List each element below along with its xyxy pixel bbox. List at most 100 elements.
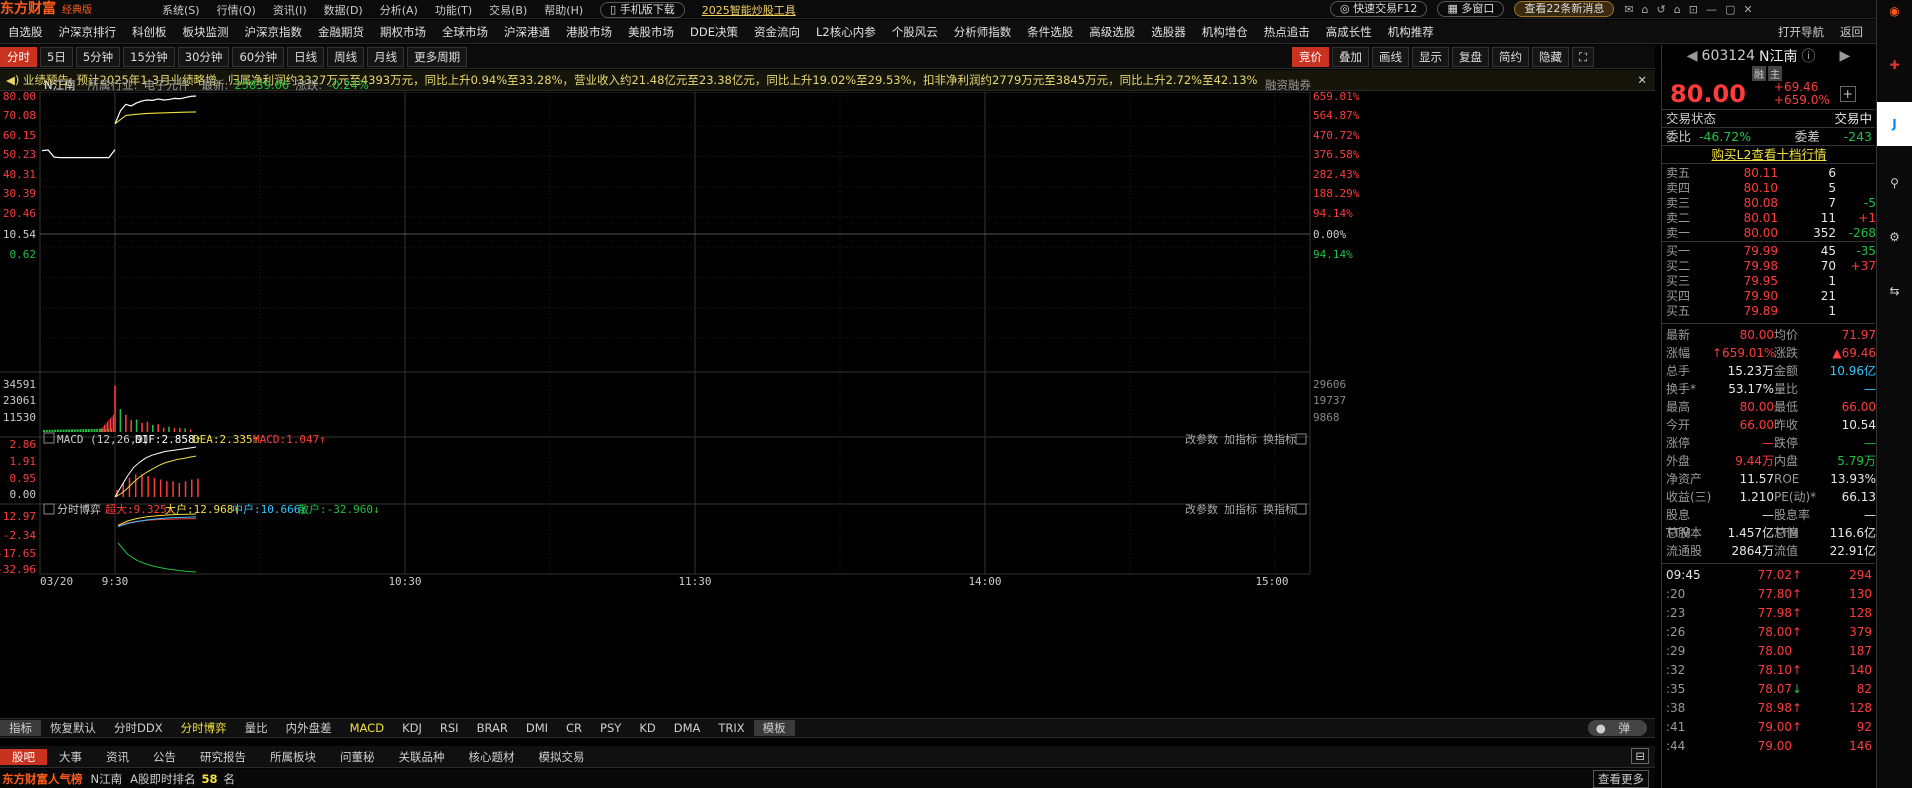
bottom-tab[interactable]: 问董秘 [328,749,387,765]
nav-item[interactable]: 机构增仓 [1194,24,1256,40]
menu-help[interactable]: 帮助(H) [544,2,583,18]
bottom-tab[interactable]: 资讯 [94,749,141,765]
nav-item[interactable]: 机构推荐 [1380,24,1442,40]
nav-item[interactable]: 沪深港通 [496,24,558,40]
more-button[interactable]: 查看更多 [1593,770,1649,788]
indicator-tab[interactable]: 量比 [236,720,277,736]
auction-toggle[interactable]: 竞价 [1292,47,1329,67]
nav-item[interactable]: 选股器 [1143,24,1194,40]
margin-label[interactable]: 融资融券 [1265,77,1311,93]
tick-row[interactable]: :44 79.00 146 [1662,737,1875,756]
nav-item[interactable]: 沪深京排行 [51,24,125,40]
indicator-tab[interactable]: KDJ [393,721,431,735]
industry-value[interactable]: 电子元件 [143,77,189,93]
alert-icon[interactable]: ✚ [1877,58,1912,72]
nav-item[interactable]: 高级选股 [1081,24,1143,40]
tf-15min[interactable]: 15分钟 [123,46,175,67]
link-icon[interactable]: ⇆ [1877,284,1912,298]
bid-row[interactable]: 买二 79.98 70 +37 [1662,259,1876,274]
indicator-tab[interactable]: MACD [341,721,393,735]
tick-row[interactable]: :41 79.00 ↑ 92 [1662,718,1875,737]
nav-item[interactable]: 条件选股 [1019,24,1081,40]
tick-row[interactable]: :35 78.07 ↓ 82 [1662,680,1875,699]
tick-row[interactable]: :20 77.80 ↑ 130 [1662,585,1875,604]
tf-monthly[interactable]: 月线 [367,46,405,67]
back-button[interactable]: 返回 [1832,24,1871,40]
menu-info[interactable]: 资讯(I) [273,2,307,18]
open-nav-button[interactable]: 打开导航 [1770,24,1832,40]
replay-button[interactable]: 复盘 [1452,47,1489,67]
window-controls[interactable]: ✉⌂↺⌂⊡—▢✕ [1624,3,1760,16]
bottom-tab[interactable]: 核心题材 [457,749,527,765]
menu-system[interactable]: 系统(S) [162,2,200,18]
bottom-tab[interactable]: 大事 [47,749,94,765]
tf-5day[interactable]: 5日 [40,46,73,67]
indicator-tab[interactable]: 分时DDX [105,720,172,736]
tf-weekly[interactable]: 周线 [327,46,365,67]
nav-item[interactable]: 全球市场 [434,24,496,40]
nav-item[interactable]: 个股风云 [884,24,946,40]
nav-item[interactable]: 科创板 [124,24,175,40]
panel-action[interactable]: 改参数 [1185,432,1218,446]
next-stock-icon[interactable]: ▶ [1839,48,1850,64]
bid-row[interactable]: 买四 79.90 21 [1662,289,1875,304]
panel-action[interactable]: 加指标 [1224,502,1257,516]
nav-item[interactable]: 资金流向 [746,24,808,40]
nav-item[interactable]: 分析师指数 [946,24,1020,40]
menu-data[interactable]: 数据(D) [324,2,363,18]
popup-toggle[interactable]: ● 弹 [1587,720,1647,736]
nav-item[interactable]: 期权市场 [372,24,434,40]
multi-window-button[interactable]: ▦ 多窗口 [1437,1,1505,17]
user-icon[interactable]: ◉ [1877,4,1912,18]
nav-item[interactable]: 金融期货 [310,24,372,40]
ask-row[interactable]: 卖一 80.00 352 -268 [1662,226,1876,241]
tool-icon[interactable]: ⚙ [1877,230,1912,244]
indicator-tab[interactable]: RSI [431,721,468,735]
tf-daily[interactable]: 日线 [287,46,325,67]
nav-item[interactable]: L2核心内参 [808,24,884,40]
panel-action[interactable]: 换指标 [1263,432,1296,446]
tf-5min[interactable]: 5分钟 [75,46,121,67]
indicator-tab[interactable]: TRIX [709,721,753,735]
tf-more[interactable]: 更多周期 [407,46,468,67]
indicator-tab[interactable]: 恢复默认 [41,720,105,736]
tick-row[interactable]: :29 78.00 187 [1662,642,1875,661]
template-tab[interactable]: 模板 [753,720,795,736]
nav-item[interactable]: 板块监测 [175,24,237,40]
menu-trade[interactable]: 交易(B) [489,2,527,18]
bid-row[interactable]: 买三 79.95 1 [1662,274,1875,289]
bottom-tab[interactable]: 公告 [141,749,188,765]
tick-row[interactable]: :23 77.98 ↑ 128 [1662,604,1875,623]
tick-row[interactable]: :38 78.98 ↑ 128 [1662,699,1875,718]
chart-canvas[interactable]: 80.00 70.08 60.15 50.23 40.31 30.39 20.46 10.54… [0,90,1655,712]
indicator-tab[interactable]: BRAR [468,721,517,735]
indicator-tab[interactable]: PSY [591,721,630,735]
bottom-tab[interactable]: 所属板块 [258,749,328,765]
nav-item[interactable]: 热点追击 [1256,24,1318,40]
indicator-tab[interactable]: 分时博弈 [172,720,236,736]
bottom-tab[interactable]: 模拟交易 [527,749,597,765]
fullscreen-icon[interactable]: ⛶ [1572,47,1595,67]
prev-stock-icon[interactable]: ◀ [1687,48,1698,64]
intraday-chart-area[interactable]: 80.00 70.08 60.15 50.23 40.31 30.39 20.46 10.54… [0,90,1655,712]
tf-60min[interactable]: 60分钟 [232,46,285,67]
news-button[interactable]: 查看22条新消息 [1514,1,1615,17]
indicator-tab[interactable]: 指标 [0,720,41,736]
mobile-download-button[interactable]: ▯ 手机版下载 [600,1,685,18]
panel-action[interactable]: 换指标 [1263,502,1296,516]
nav-item[interactable]: 美股市场 [620,24,682,40]
menu-function[interactable]: 功能(T) [435,2,472,18]
nav-item[interactable]: 自选股 [0,24,51,40]
ask-row[interactable]: 卖三 80.08 7 -5 [1662,196,1876,211]
tf-30min[interactable]: 30分钟 [177,46,230,67]
indicator-tab[interactable]: DMI [517,721,557,735]
hide-button[interactable]: 隐藏 [1532,47,1569,67]
ask-row[interactable]: 卖五 80.11 6 [1662,166,1875,181]
simple-button[interactable]: 简约 [1492,47,1529,67]
quick-trade-button[interactable]: ◎ 快速交易F12 [1330,1,1428,17]
menu-quote[interactable]: 行情(Q) [217,2,256,18]
promo-link[interactable]: 2025智能炒股工具 [702,2,796,18]
add-watchlist-icon[interactable]: + [1839,86,1856,102]
tick-row[interactable]: :32 78.10 ↑ 140 [1662,661,1875,680]
app-logo[interactable]: 东方财富 经典版 [0,0,92,19]
